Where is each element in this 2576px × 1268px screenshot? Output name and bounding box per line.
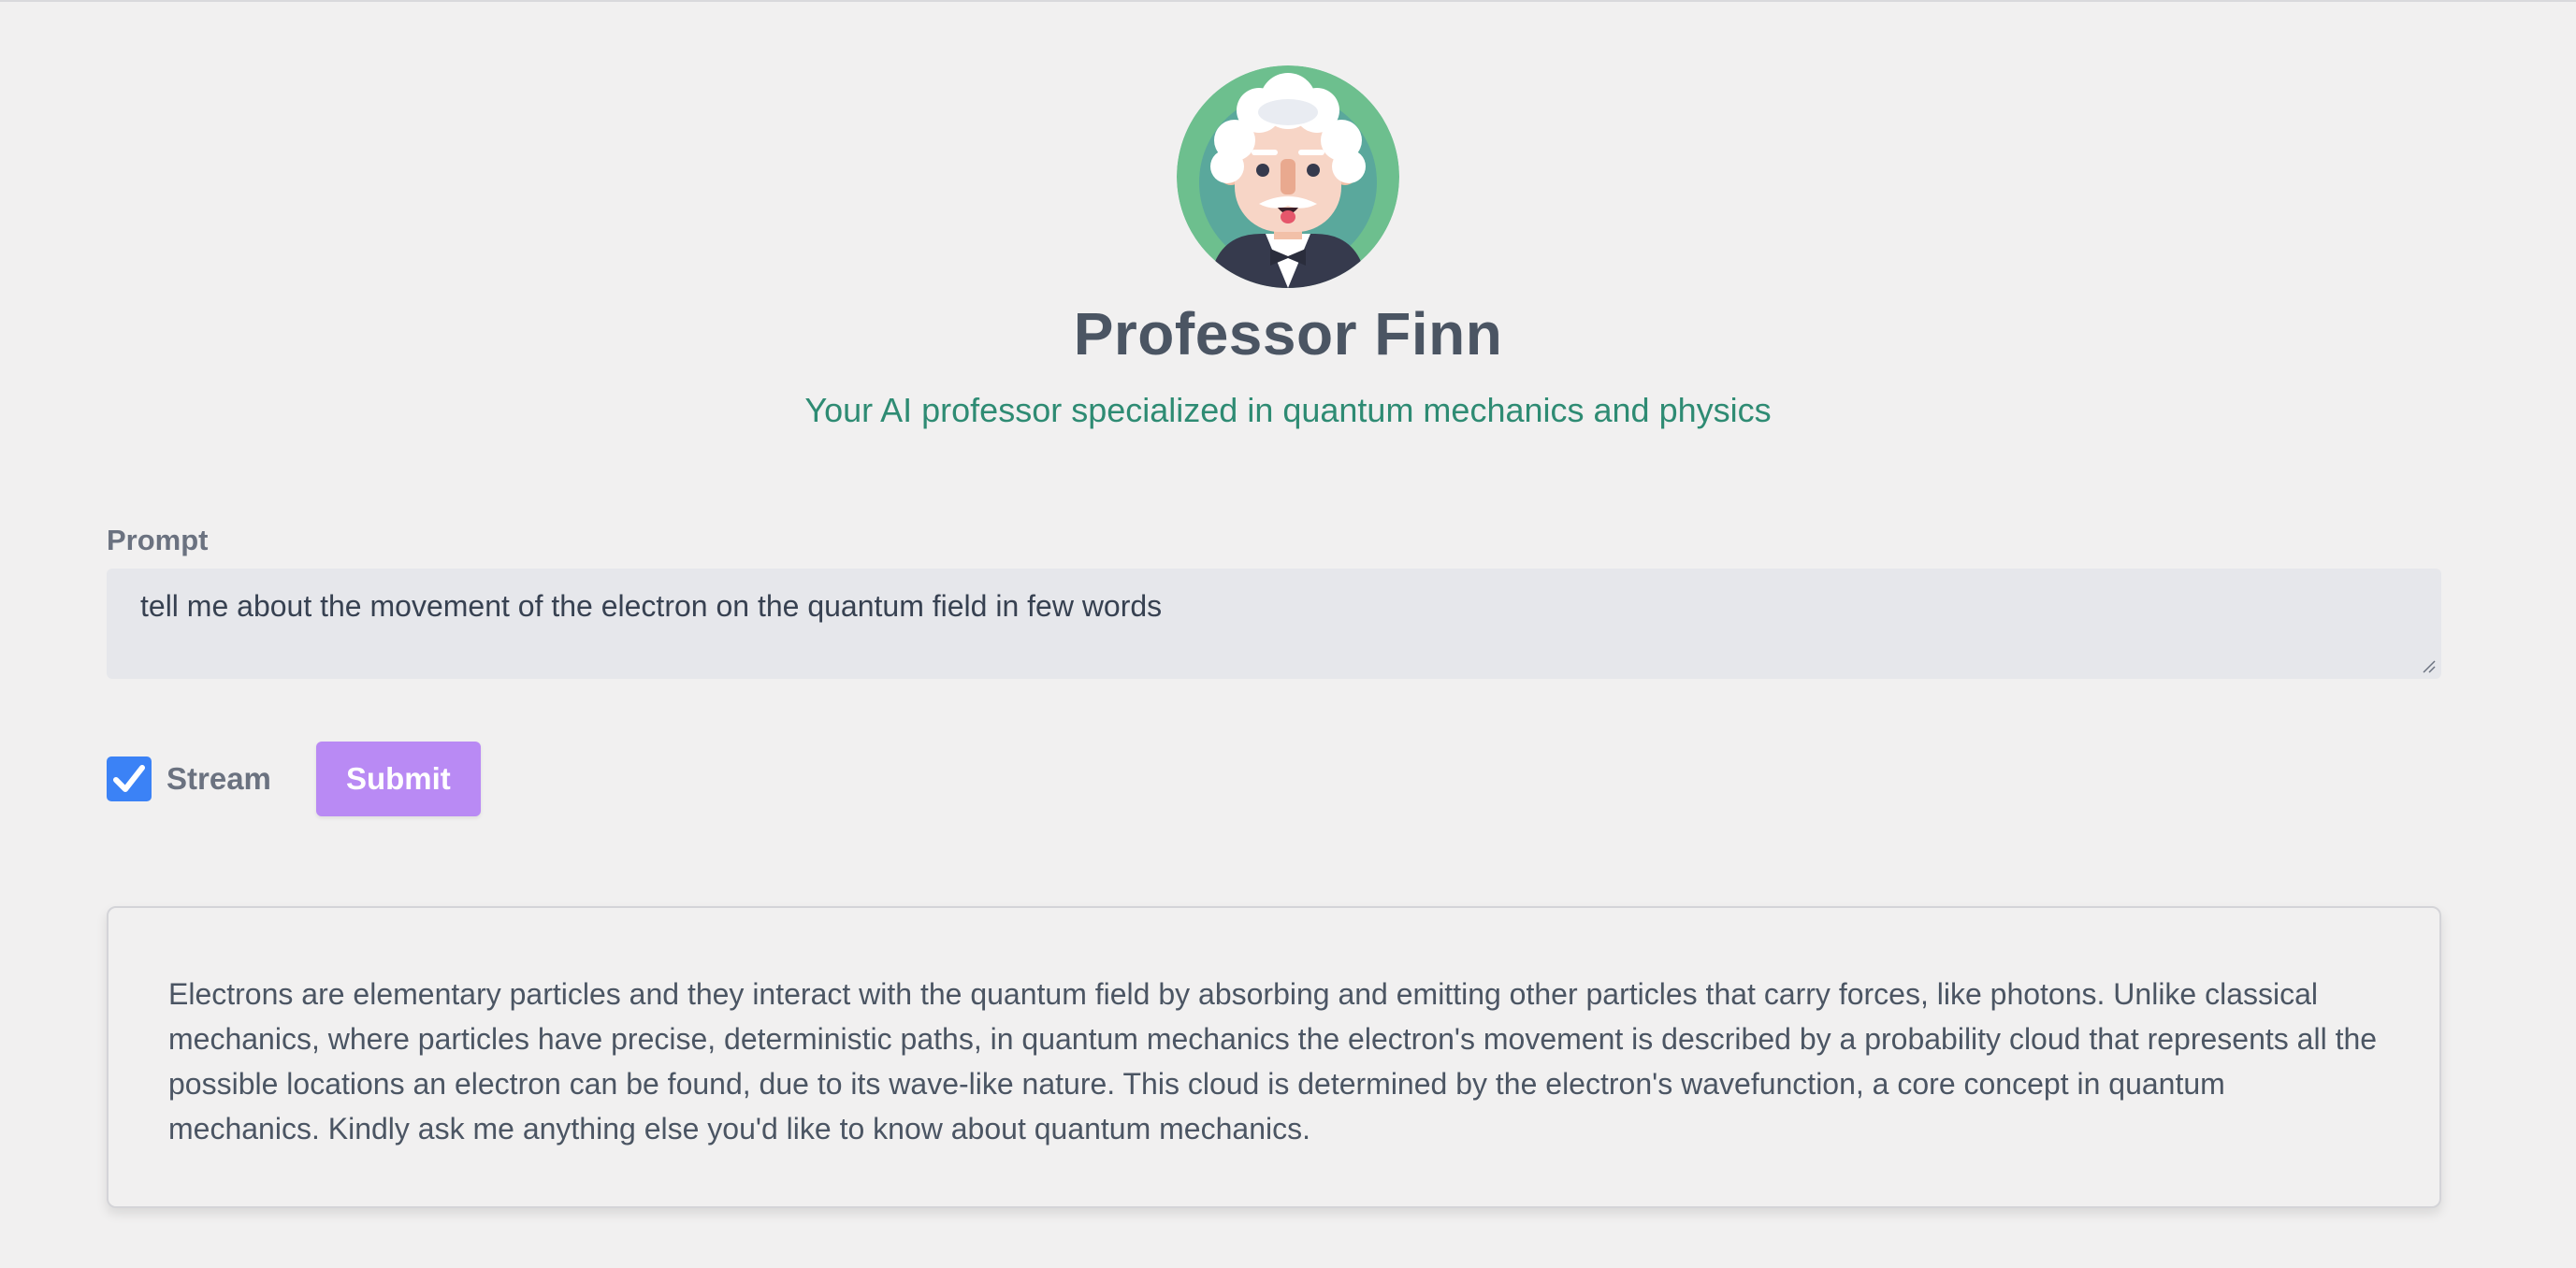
response-card: Electrons are elementary particles and t…	[107, 906, 2441, 1208]
prompt-form: Prompt tell me about the movement of the…	[107, 524, 2441, 679]
prompt-textarea[interactable]: tell me about the movement of the electr…	[107, 569, 2441, 679]
stream-checkbox[interactable]	[107, 756, 152, 801]
prompt-label: Prompt	[107, 524, 209, 556]
header: Professor Finn Your AI professor special…	[0, 65, 2576, 430]
page-title: Professor Finn	[1073, 300, 1503, 367]
professor-avatar-icon	[1177, 65, 1399, 288]
submit-button[interactable]: Submit	[315, 742, 481, 816]
top-divider	[0, 0, 2576, 2]
response-text: Electrons are elementary particles and t…	[168, 977, 2378, 1146]
prompt-text: tell me about the movement of the electr…	[140, 589, 1163, 623]
resize-handle-icon[interactable]	[2421, 658, 2436, 673]
page-subtitle: Your AI professor specialized in quantum…	[804, 391, 1772, 429]
stream-label[interactable]: Stream	[166, 761, 271, 797]
page: Professor Finn Your AI professor special…	[0, 0, 2576, 1268]
checkmark-icon	[113, 765, 145, 792]
controls-row: Stream Submit	[107, 742, 481, 816]
